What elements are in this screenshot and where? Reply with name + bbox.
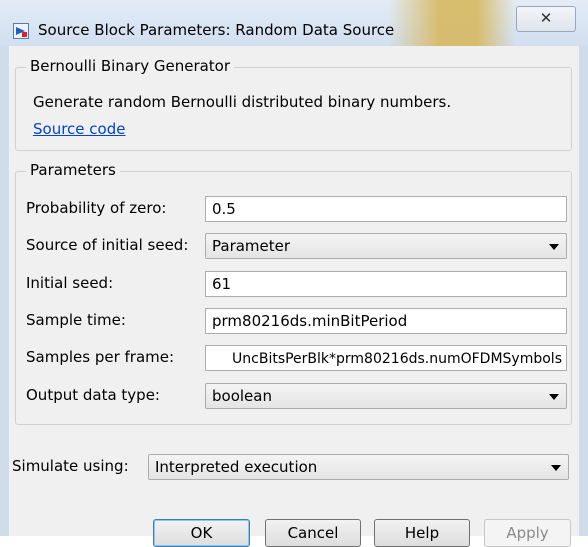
samples-per-frame-input[interactable]: UncBitsPerBlk*prm80216ds.numOFDMSymbols — [205, 345, 567, 371]
simulate-value: Interpreted execution — [155, 458, 318, 476]
block-description: Generate random Bernoulli distributed bi… — [33, 93, 452, 111]
simulink-block-icon — [13, 23, 29, 39]
dialog-window: Source Block Parameters: Random Data Sou… — [0, 0, 588, 547]
ok-button[interactable]: OK — [153, 519, 250, 547]
simulate-label: Simulate using: — [12, 457, 129, 475]
chevron-down-icon — [549, 394, 559, 400]
parameters-legend: Parameters — [26, 161, 120, 179]
initial-seed-label: Initial seed: — [26, 274, 114, 292]
dialog-body: Bernoulli Binary Generator Generate rand… — [9, 46, 579, 547]
title-bar[interactable]: Source Block Parameters: Random Data Sou… — [0, 0, 588, 46]
source-code-link[interactable]: Source code — [33, 120, 125, 138]
title-bar-glow — [388, 0, 516, 46]
block-name: Bernoulli Binary Generator — [26, 57, 235, 75]
sample-time-input[interactable]: prm80216ds.minBitPeriod — [205, 308, 567, 334]
probability-zero-label: Probability of zero: — [26, 199, 167, 217]
samples-per-frame-label: Samples per frame: — [26, 348, 175, 366]
seed-source-label: Source of initial seed: — [26, 236, 189, 254]
window-title: Source Block Parameters: Random Data Sou… — [38, 21, 395, 39]
sample-time-label: Sample time: — [26, 311, 126, 329]
cancel-button[interactable]: Cancel — [265, 519, 361, 547]
seed-source-dropdown[interactable]: Parameter — [205, 233, 567, 259]
output-type-label: Output data type: — [26, 386, 160, 404]
help-button[interactable]: Help — [374, 519, 470, 547]
samples-per-frame-value: UncBitsPerBlk*prm80216ds.numOFDMSymbols — [232, 351, 562, 367]
close-button[interactable]: ✕ — [516, 6, 576, 32]
apply-button[interactable]: Apply — [484, 519, 571, 547]
chevron-down-icon — [551, 465, 561, 471]
initial-seed-input[interactable]: 61 — [205, 271, 567, 297]
output-type-dropdown[interactable]: boolean — [205, 383, 567, 409]
probability-zero-input[interactable]: 0.5 — [205, 196, 567, 222]
output-type-value: boolean — [212, 387, 272, 405]
seed-source-value: Parameter — [212, 237, 291, 255]
chevron-down-icon — [549, 244, 559, 250]
simulate-dropdown[interactable]: Interpreted execution — [148, 454, 569, 480]
